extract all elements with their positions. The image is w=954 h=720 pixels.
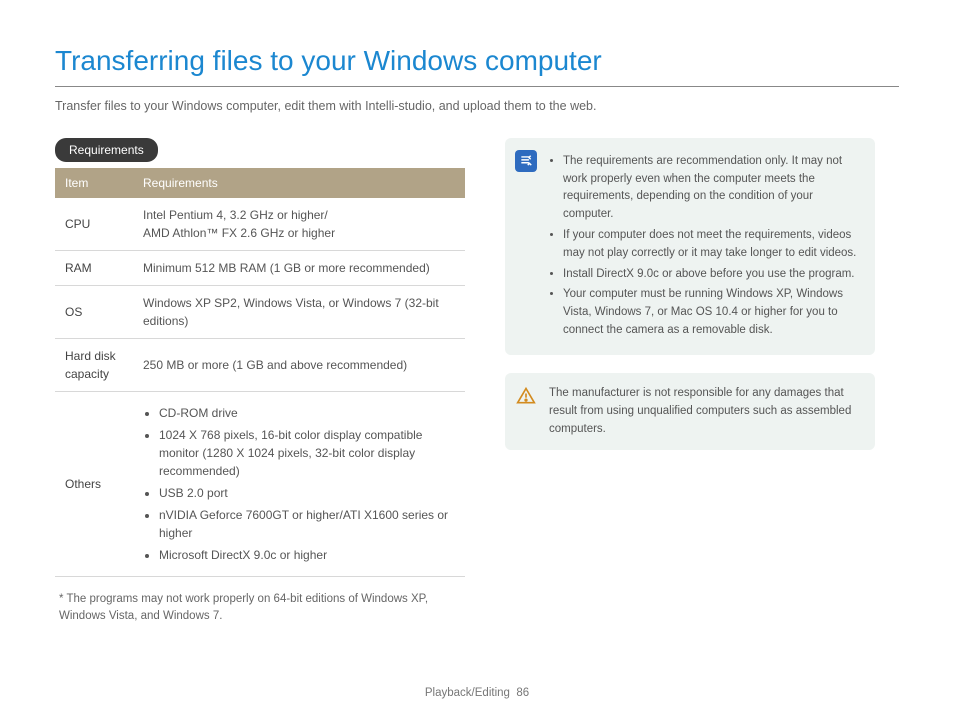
cell-item: Others <box>55 391 133 576</box>
cell-req: 250 MB or more (1 GB and above recommend… <box>133 338 465 391</box>
intro-text: Transfer files to your Windows computer,… <box>55 97 899 116</box>
table-row: Hard disk capacity 250 MB or more (1 GB … <box>55 338 465 391</box>
footer-page-number: 86 <box>516 687 529 699</box>
list-item: If your computer does not meet the requi… <box>563 227 861 263</box>
list-item: 1024 X 768 pixels, 16-bit color display … <box>159 426 455 480</box>
cell-req: Intel Pentium 4, 3.2 GHz or higher/ AMD … <box>133 198 465 251</box>
cell-item: Hard disk capacity <box>55 338 133 391</box>
table-row: Others CD-ROM drive 1024 X 768 pixels, 1… <box>55 391 465 576</box>
cell-item: CPU <box>55 198 133 251</box>
note-icon <box>515 150 537 172</box>
right-column: The requirements are recommendation only… <box>505 138 875 626</box>
list-item: The requirements are recommendation only… <box>563 153 861 224</box>
page-footer: Playback/Editing 86 <box>0 685 954 702</box>
list-item: Install DirectX 9.0c or above before you… <box>563 266 861 284</box>
table-row: CPU Intel Pentium 4, 3.2 GHz or higher/ … <box>55 198 465 251</box>
list-item: CD-ROM drive <box>159 404 455 422</box>
cell-req: Windows XP SP2, Windows Vista, or Window… <box>133 285 465 338</box>
note-list: The requirements are recommendation only… <box>549 153 861 340</box>
requirements-heading: Requirements <box>55 138 158 162</box>
footer-section: Playback/Editing <box>425 687 510 699</box>
warning-icon <box>515 385 537 407</box>
warning-text: The manufacturer is not responsible for … <box>549 387 851 435</box>
footnote: * The programs may not work properly on … <box>55 591 465 626</box>
list-item: Microsoft DirectX 9.0c or higher <box>159 546 455 564</box>
table-row: OS Windows XP SP2, Windows Vista, or Win… <box>55 285 465 338</box>
th-requirements: Requirements <box>133 168 465 198</box>
others-list: CD-ROM drive 1024 X 768 pixels, 16-bit c… <box>143 404 455 564</box>
list-item: USB 2.0 port <box>159 484 455 502</box>
cell-req: Minimum 512 MB RAM (1 GB or more recomme… <box>133 250 465 285</box>
requirements-table: Item Requirements CPU Intel Pentium 4, 3… <box>55 168 465 577</box>
cell-item: OS <box>55 285 133 338</box>
th-item: Item <box>55 168 133 198</box>
left-column: Requirements Item Requirements CPU Intel… <box>55 138 465 626</box>
cell-item: RAM <box>55 250 133 285</box>
cell-req: CD-ROM drive 1024 X 768 pixels, 16-bit c… <box>133 391 465 576</box>
list-item: nVIDIA Geforce 7600GT or higher/ATI X160… <box>159 506 455 542</box>
note-box: The requirements are recommendation only… <box>505 138 875 355</box>
page-title: Transferring files to your Windows compu… <box>55 40 899 87</box>
content-columns: Requirements Item Requirements CPU Intel… <box>55 138 899 626</box>
list-item: Your computer must be running Windows XP… <box>563 286 861 339</box>
table-row: RAM Minimum 512 MB RAM (1 GB or more rec… <box>55 250 465 285</box>
warning-box: The manufacturer is not responsible for … <box>505 373 875 450</box>
